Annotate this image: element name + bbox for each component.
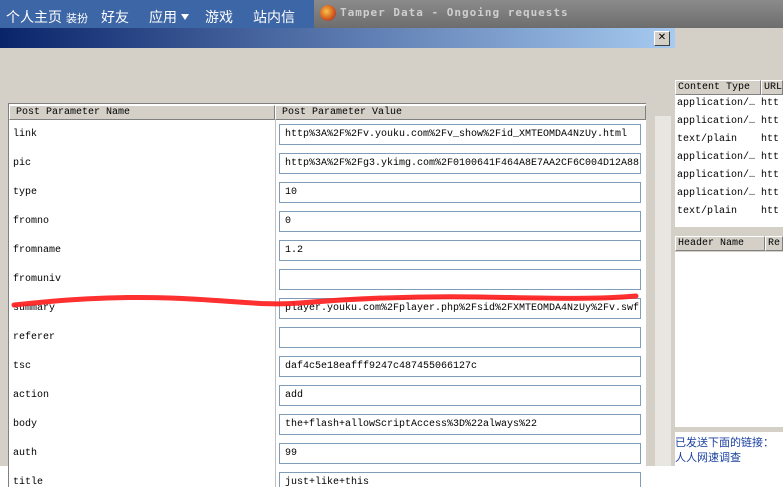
dialog-body: Post Parameter Name Post Parameter Value… — [0, 48, 675, 487]
headers-table — [675, 252, 783, 427]
nav-friends-link[interactable]: 好友 — [101, 7, 129, 27]
chevron-down-icon — [181, 14, 189, 20]
table-row[interactable]: text/plain htt — [675, 203, 783, 221]
param-value-input[interactable]: player.youku.com%2Fplayer.php%2Fsid%2FXM… — [279, 298, 641, 319]
param-name: fromno — [13, 216, 50, 227]
table-row: fromname 1.2 — [9, 237, 646, 266]
content-type-cell: application/… — [677, 188, 756, 199]
column-header-param-name[interactable]: Post Parameter Name — [9, 105, 275, 120]
param-name: summary — [13, 303, 56, 314]
param-name: body — [13, 419, 38, 430]
post-parameters-dialog: ✕ Post Parameter Name Post Parameter Val… — [0, 28, 675, 487]
content-type-cell: text/plain — [677, 206, 738, 217]
content-type-cell: application/… — [677, 116, 756, 127]
table-row: type 10 — [9, 179, 646, 208]
param-name: title — [13, 477, 44, 487]
table-row[interactable]: application/… htt — [675, 95, 783, 113]
table-row: fromuniv — [9, 266, 646, 295]
param-value-input[interactable]: add — [279, 385, 641, 406]
param-value-input[interactable]: daf4c5e18eafff9247c487455066127c — [279, 356, 641, 377]
headers-table-header: Header Name Re — [675, 236, 783, 252]
param-name: auth — [13, 448, 38, 459]
requests-table-header: Content Type URL — [675, 80, 783, 95]
column-header-request-value[interactable]: Re — [765, 236, 783, 251]
dialog-titlebar[interactable]: ✕ — [0, 28, 675, 48]
tamper-window-title: Tamper Data - Ongoing requests — [340, 6, 569, 19]
survey-link[interactable]: 人人网速调查 — [675, 449, 741, 465]
url-cell: htt — [761, 152, 780, 163]
param-name: fromuniv — [13, 274, 62, 285]
url-cell: htt — [761, 206, 780, 217]
nav-messages-link[interactable]: 站内信 — [253, 7, 295, 27]
nav-home-link[interactable]: 个人主页 — [6, 7, 62, 27]
param-value-input[interactable]: 99 — [279, 443, 641, 464]
param-value-input[interactable]: 1.2 — [279, 240, 641, 261]
table-row: auth 99 — [9, 440, 646, 469]
table-row[interactable]: text/plain htt — [675, 131, 783, 149]
close-button[interactable]: ✕ — [654, 31, 670, 46]
table-row[interactable]: application/… htt — [675, 149, 783, 167]
param-value-input[interactable]: just+like+this — [279, 472, 641, 487]
table-row: summary player.youku.com%2Fplayer.php%2F… — [9, 295, 646, 324]
param-value-input[interactable]: http%3A%2F%2Fg3.ykimg.com%2F0100641F464A… — [279, 153, 641, 174]
param-value-input[interactable]: 10 — [279, 182, 641, 203]
param-value-input[interactable] — [279, 269, 641, 290]
table-row: referer — [9, 324, 646, 353]
table-row[interactable]: application/… htt — [675, 113, 783, 131]
page-text-line: 已发送下面的链接： — [675, 436, 774, 449]
column-header-url[interactable]: URL — [761, 80, 783, 95]
param-name: link — [13, 129, 38, 140]
param-value-input[interactable]: the+flash+allowScriptAccess%3D%22always%… — [279, 414, 641, 435]
param-value-input[interactable]: http%3A%2F%2Fv.youku.com%2Fv_show%2Fid_X… — [279, 124, 641, 145]
param-name: tsc — [13, 361, 32, 372]
column-header-param-value[interactable]: Post Parameter Value — [275, 105, 646, 120]
url-cell: htt — [761, 134, 780, 145]
column-header-header-name[interactable]: Header Name — [675, 236, 765, 251]
table-row: link http%3A%2F%2Fv.youku.com%2Fv_show%2… — [9, 121, 646, 150]
nav-apps-menu[interactable]: 应用 — [149, 7, 189, 27]
table-row[interactable]: application/… htt — [675, 167, 783, 185]
nav-apps-label: 应用 — [149, 10, 177, 26]
tamper-window-titlebar: Tamper Data - Ongoing requests — [314, 0, 783, 28]
table-row: fromno 0 — [9, 208, 646, 237]
post-parameters-table: Post Parameter Name Post Parameter Value… — [8, 103, 646, 487]
content-type-cell: application/… — [677, 152, 756, 163]
param-name: action — [13, 390, 50, 401]
param-value-input[interactable]: 0 — [279, 211, 641, 232]
param-name: referer — [13, 332, 56, 343]
param-name: pic — [13, 158, 32, 169]
content-type-cell: application/… — [677, 170, 756, 181]
site-nav-bar: 个人主页 装扮 好友 应用 游戏 站内信 — [0, 0, 314, 31]
param-name: type — [13, 187, 38, 198]
table-row: pic http%3A%2F%2Fg3.ykimg.com%2F0100641F… — [9, 150, 646, 179]
content-type-cell: text/plain — [677, 134, 738, 145]
content-type-cell: application/… — [677, 98, 756, 109]
requests-table: application/… htt application/… htt text/p… — [675, 95, 783, 227]
url-cell: htt — [761, 116, 780, 127]
url-cell: htt — [761, 188, 780, 199]
column-header-content-type[interactable]: Content Type — [675, 80, 761, 95]
table-row[interactable]: application/… htt — [675, 185, 783, 203]
vertical-scrollbar[interactable] — [655, 116, 671, 466]
param-value-input[interactable] — [279, 327, 641, 348]
url-cell: htt — [761, 170, 780, 181]
page-text-fragment: 已发送下面的链接： 人人网速调查 — [675, 432, 783, 466]
table-row: body the+flash+allowScriptAccess%3D%22al… — [9, 411, 646, 440]
table-row: action add — [9, 382, 646, 411]
nav-games-link[interactable]: 游戏 — [205, 7, 233, 27]
close-icon: ✕ — [657, 32, 667, 43]
url-cell: htt — [761, 98, 780, 109]
table-row: title just+like+this — [9, 469, 646, 487]
table-row: tsc daf4c5e18eafff9247c487455066127c — [9, 353, 646, 382]
param-name: fromname — [13, 245, 62, 256]
nav-decorate-link[interactable]: 装扮 — [66, 10, 88, 26]
firefox-icon — [320, 5, 336, 21]
